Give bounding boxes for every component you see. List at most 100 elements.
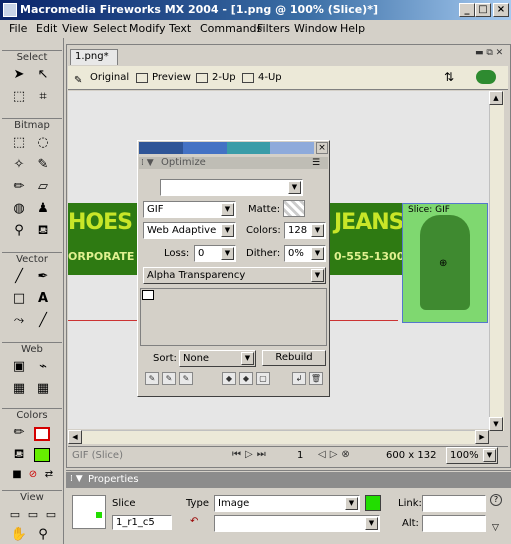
standard-screen-icon[interactable]: ▭ [6, 506, 24, 524]
lock-icon[interactable]: ▢ [256, 372, 270, 385]
menu-select[interactable]: Select [93, 22, 127, 35]
hide-slices-icon[interactable]: ▦ [10, 380, 28, 398]
tab-2up[interactable]: 2-Up [196, 70, 236, 86]
horizontal-scrollbar[interactable] [68, 430, 489, 444]
panel-expand-icon[interactable]: ⁞ ▼ [141, 158, 154, 168]
delete-color-icon[interactable]: 🗑 [309, 372, 323, 385]
pen-icon[interactable]: ✒ [34, 268, 52, 286]
behavior-select[interactable]: ▼ [214, 515, 380, 532]
scroll-left-arrow[interactable]: ◀ [68, 430, 82, 444]
lasso-icon[interactable]: ◌ [34, 134, 52, 152]
settings-select[interactable]: ▼ [160, 179, 303, 196]
optimize-header[interactable]: Optimize [139, 157, 328, 169]
rubber-stamp-icon[interactable]: ♟ [34, 200, 52, 218]
behavior-icon[interactable]: ↶ [190, 516, 198, 527]
paint-bucket-icon[interactable]: ⛾ [34, 222, 52, 240]
menu-commands[interactable]: Commands [200, 22, 262, 35]
properties-expand-icon[interactable]: ⁞ ▼ [70, 474, 83, 484]
slice-icon[interactable]: ⌁ [34, 358, 52, 376]
scale-icon[interactable]: ⬚ [10, 88, 28, 106]
knife-icon[interactable]: ╱ [34, 312, 52, 330]
loss-input[interactable]: 0 ▼ [194, 245, 236, 262]
freeform-icon[interactable]: ⤳ [10, 312, 28, 330]
swatch-2[interactable] [182, 142, 227, 154]
add-color-icon[interactable]: ↲ [292, 372, 306, 385]
show-slices-icon[interactable]: ▦ [34, 380, 52, 398]
swatch-3[interactable] [226, 142, 271, 154]
magic-wand-icon[interactable]: ✧ [10, 156, 28, 174]
document-tab[interactable]: 1.png* [70, 49, 118, 65]
swatch-4[interactable] [270, 142, 314, 154]
tab-original[interactable]: ✎ Original [74, 70, 129, 86]
pencil-icon[interactable]: ✏ [10, 178, 28, 196]
rectangle-icon[interactable]: □ [10, 290, 28, 308]
scroll-down-arrow[interactable]: ▼ [489, 417, 503, 431]
frame-step-controls[interactable]: ◁▷⊗ [318, 449, 354, 460]
menu-text[interactable]: Text [169, 22, 191, 35]
swatch-1[interactable] [139, 142, 183, 154]
preview-in-browser-icon[interactable] [476, 70, 496, 84]
slice-name-input[interactable]: 1_r1_c5 [112, 515, 172, 530]
menu-window[interactable]: Window [294, 22, 337, 35]
tab-4up[interactable]: 4-Up [242, 70, 282, 86]
matte-swatch[interactable] [283, 200, 305, 217]
alt-input[interactable] [422, 515, 486, 532]
menu-modify[interactable]: Modify [129, 22, 165, 35]
eraser-icon[interactable]: ▱ [34, 178, 52, 196]
quick-export-icon[interactable]: ⇅ [444, 70, 454, 84]
transparent-icon[interactable]: ✎ [162, 372, 176, 385]
help-icon[interactable]: ? [490, 494, 502, 506]
snap-web-safe-icon[interactable]: ◆ [239, 372, 253, 385]
blur-icon[interactable]: ◍ [10, 200, 28, 218]
scroll-up-arrow[interactable]: ▲ [489, 91, 503, 105]
line-icon[interactable]: ╱ [10, 268, 28, 286]
stroke-pencil-icon[interactable]: ✏ [10, 424, 28, 442]
link-input[interactable] [422, 495, 486, 512]
full-screen-menu-icon[interactable]: ▭ [24, 506, 42, 524]
panel-close-icon[interactable]: × [316, 142, 328, 154]
color-table-swatch[interactable] [142, 290, 154, 300]
properties-header[interactable]: Properties [66, 472, 511, 488]
doc-restore-icon[interactable]: ▬ ⧉ ✕ [475, 48, 503, 58]
text-tool-icon[interactable]: A [34, 290, 52, 308]
palette-select[interactable]: Web Adaptive ▼ [143, 222, 236, 239]
panel-options-icon[interactable]: ☰ [312, 158, 320, 168]
fill-bucket-icon[interactable]: ⛾ [10, 446, 28, 464]
maximize-button[interactable]: □ [475, 3, 491, 17]
pointer-icon[interactable]: ➤ [10, 66, 28, 84]
zoom-select[interactable]: 100% ▼ [446, 447, 498, 464]
colors-select[interactable]: 128 ▼ [284, 222, 326, 239]
color-table[interactable] [140, 288, 327, 346]
zoom-icon[interactable]: ⚲ [34, 526, 52, 544]
stroke-color-swatch[interactable] [34, 427, 50, 441]
hotspot-icon[interactable]: ▣ [10, 358, 28, 376]
slice-color-swatch[interactable] [365, 495, 381, 511]
close-button[interactable]: × [493, 3, 509, 17]
type-select[interactable]: Image ▼ [214, 495, 360, 512]
menu-view[interactable]: View [62, 22, 88, 35]
format-select[interactable]: GIF ▼ [143, 201, 236, 218]
lock-color-icon[interactable]: ◆ [222, 372, 236, 385]
rebuild-button[interactable]: Rebuild [262, 350, 326, 366]
fill-color-swatch[interactable] [34, 448, 50, 462]
crop-icon[interactable]: ⌗ [34, 88, 52, 106]
dither-input[interactable]: 0% ▼ [284, 245, 326, 262]
minimize-button[interactable]: _ [459, 3, 475, 17]
swap-colors-icon[interactable]: ⇄ [40, 466, 58, 484]
add-transparency-icon[interactable]: ✎ [179, 372, 193, 385]
subselect-icon[interactable]: ↖ [34, 66, 52, 84]
frame-controls[interactable]: ⏮▷⏭ [232, 449, 270, 460]
tab-preview[interactable]: Preview [136, 70, 191, 86]
menu-edit[interactable]: Edit [36, 22, 57, 35]
scroll-right-arrow[interactable]: ▶ [475, 430, 489, 444]
full-screen-icon[interactable]: ▭ [42, 506, 60, 524]
hand-icon[interactable]: ✋ [10, 526, 28, 544]
brush-icon[interactable]: ✎ [34, 156, 52, 174]
marquee-icon[interactable]: ⬚ [10, 134, 28, 152]
menu-filters[interactable]: Filters [257, 22, 290, 35]
menu-help[interactable]: Help [340, 22, 365, 35]
menu-file[interactable]: File [9, 22, 27, 35]
vertical-scrollbar[interactable] [489, 91, 504, 431]
transparency-select[interactable]: Alpha Transparency ▼ [143, 267, 326, 284]
sort-select[interactable]: None ▼ [179, 350, 256, 367]
